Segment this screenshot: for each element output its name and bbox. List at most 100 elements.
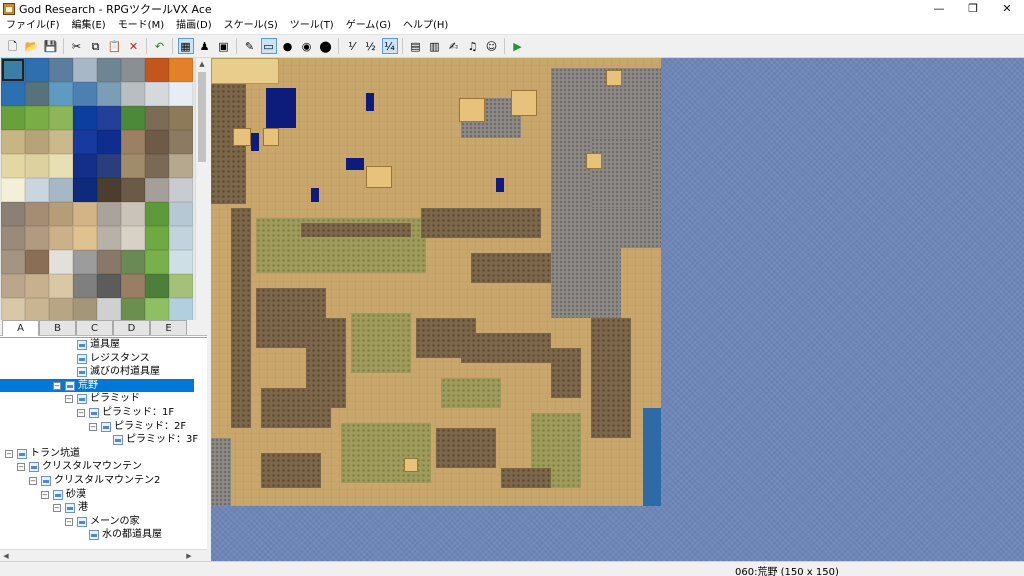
restore-button[interactable]: ❐: [956, 0, 990, 17]
menu-scale[interactable]: スケール(S): [218, 17, 284, 34]
tile[interactable]: [49, 298, 73, 320]
menu-game[interactable]: ゲーム(G): [340, 17, 397, 34]
menu-mode[interactable]: モード(M): [112, 17, 170, 34]
tileset-scrollbar[interactable]: ▲: [195, 58, 207, 320]
tab-a[interactable]: A: [2, 320, 39, 336]
tree-item[interactable]: − クリスタルマウンテン: [0, 460, 207, 474]
tile[interactable]: [73, 226, 97, 250]
tile[interactable]: [49, 178, 73, 202]
tile[interactable]: [25, 130, 49, 154]
tile[interactable]: [25, 178, 49, 202]
tile[interactable]: [97, 58, 121, 82]
tile[interactable]: [25, 226, 49, 250]
tree-item[interactable]: − クリスタルマウンテン2: [0, 474, 207, 488]
tile[interactable]: [73, 178, 97, 202]
tile[interactable]: [145, 250, 169, 274]
tile[interactable]: [97, 130, 121, 154]
tree-item[interactable]: − 港: [0, 501, 207, 515]
tileset-scroll-thumb[interactable]: [198, 72, 206, 162]
tree-item[interactable]: 滅びの村道具屋: [0, 365, 207, 379]
tile[interactable]: [97, 82, 121, 106]
tile[interactable]: [1, 130, 25, 154]
collapse-icon[interactable]: −: [17, 463, 25, 472]
tile[interactable]: [121, 202, 145, 226]
tile[interactable]: [145, 106, 169, 130]
tile[interactable]: [121, 178, 145, 202]
collapse-icon[interactable]: −: [65, 395, 73, 404]
tree-item[interactable]: レジスタンス: [0, 352, 207, 366]
tile[interactable]: [25, 274, 49, 298]
new-project-icon[interactable]: 🗋: [5, 38, 21, 54]
tile[interactable]: [73, 298, 97, 320]
tile[interactable]: [1, 226, 25, 250]
tile[interactable]: [73, 250, 97, 274]
tile[interactable]: [1, 250, 25, 274]
tile[interactable]: [97, 274, 121, 298]
menu-tools[interactable]: ツール(T): [284, 17, 340, 34]
tile[interactable]: [49, 226, 73, 250]
tile[interactable]: [145, 58, 169, 82]
tile[interactable]: [169, 58, 193, 82]
tile[interactable]: [73, 154, 97, 178]
tile[interactable]: [97, 202, 121, 226]
database-icon[interactable]: ▤: [408, 38, 424, 54]
tile[interactable]: [169, 202, 193, 226]
tree-item[interactable]: 水の都道具屋: [0, 528, 207, 542]
tile[interactable]: [97, 250, 121, 274]
tile[interactable]: [49, 154, 73, 178]
menu-draw[interactable]: 描画(D): [170, 17, 218, 34]
tile[interactable]: [49, 82, 73, 106]
tile[interactable]: [49, 250, 73, 274]
tile[interactable]: [121, 106, 145, 130]
tile[interactable]: [25, 298, 49, 320]
collapse-icon[interactable]: −: [41, 490, 49, 499]
tile[interactable]: [1, 82, 25, 106]
tab-e[interactable]: E: [150, 320, 187, 335]
ellipse-icon[interactable]: ●: [280, 38, 296, 54]
tree-item[interactable]: − メーンの家: [0, 515, 207, 529]
pencil-icon[interactable]: ✎: [242, 38, 258, 54]
collapse-icon[interactable]: −: [65, 517, 73, 526]
menu-help[interactable]: ヘルプ(H): [397, 17, 454, 34]
tile[interactable]: [169, 250, 193, 274]
tile[interactable]: [73, 58, 97, 82]
collapse-icon[interactable]: −: [77, 408, 85, 417]
tile[interactable]: [121, 82, 145, 106]
fill-icon[interactable]: ◉: [299, 38, 315, 54]
tile[interactable]: [121, 154, 145, 178]
tile[interactable]: [145, 226, 169, 250]
tile[interactable]: [121, 274, 145, 298]
tile[interactable]: [169, 82, 193, 106]
tile[interactable]: [169, 274, 193, 298]
tile[interactable]: [1, 202, 25, 226]
tile[interactable]: [73, 274, 97, 298]
tile[interactable]: [97, 154, 121, 178]
map-tree-hscrollbar[interactable]: ◀ ▶: [0, 549, 207, 561]
tile[interactable]: [49, 130, 73, 154]
region-mode-icon[interactable]: ▣: [216, 38, 232, 54]
menu-edit[interactable]: 編集(E): [66, 17, 112, 34]
tree-item[interactable]: − 荒野: [0, 378, 194, 393]
tile[interactable]: [169, 154, 193, 178]
zoom-1-4-icon[interactable]: ¼: [381, 38, 398, 54]
tree-item[interactable]: ピラミッド：3F: [0, 433, 207, 447]
collapse-icon[interactable]: −: [89, 422, 97, 431]
tile[interactable]: [25, 58, 49, 82]
tile[interactable]: [25, 250, 49, 274]
copy-icon[interactable]: ⧉: [88, 38, 104, 54]
tile[interactable]: [49, 274, 73, 298]
tile[interactable]: [1, 274, 25, 298]
tile[interactable]: [121, 130, 145, 154]
tab-c[interactable]: C: [76, 320, 113, 335]
open-project-icon[interactable]: 📂: [24, 38, 40, 54]
tile[interactable]: [1, 154, 25, 178]
script-editor-icon[interactable]: ✍: [446, 38, 462, 54]
sound-test-icon[interactable]: ♫: [465, 38, 481, 54]
tab-d[interactable]: D: [113, 320, 150, 335]
tile[interactable]: [49, 106, 73, 130]
tile[interactable]: [145, 82, 169, 106]
minimize-button[interactable]: —: [922, 0, 956, 17]
tile[interactable]: [1, 178, 25, 202]
tile[interactable]: [97, 178, 121, 202]
scroll-up-arrow-icon[interactable]: ▲: [196, 58, 207, 70]
